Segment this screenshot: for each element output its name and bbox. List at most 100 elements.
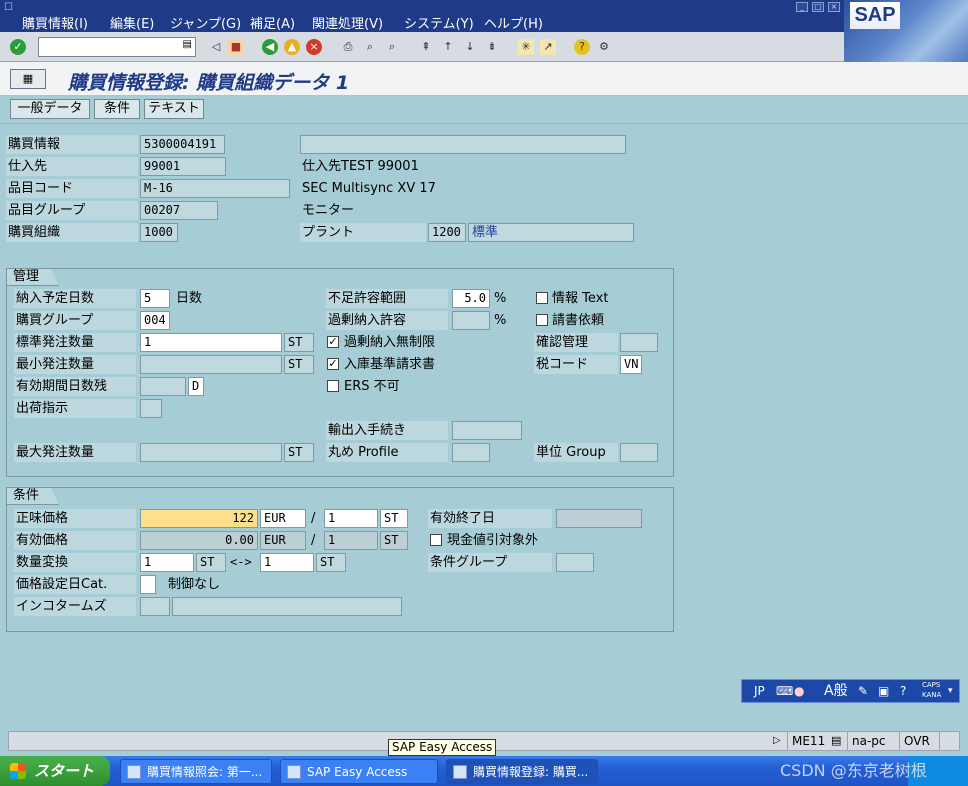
incoterms-location-field[interactable] (172, 597, 402, 616)
dictionary-icon[interactable]: ▣ (878, 682, 889, 700)
info-record-label: 購買情報 (6, 135, 138, 154)
general-data-button[interactable]: 一般データ (10, 99, 90, 119)
print-icon[interactable]: ⎙ (340, 39, 356, 55)
max-qty-field[interactable] (140, 443, 282, 462)
qty-conversion-uom2: ST (316, 553, 346, 572)
no-cash-discount-checkbox[interactable] (430, 534, 442, 546)
next-page-icon[interactable]: ↓ (462, 39, 478, 55)
keyboard-icon[interactable]: ⌨ (776, 682, 793, 700)
unlimited-overdelivery-label: 過剰納入無制限 (344, 335, 436, 350)
input-mode[interactable]: A般 (824, 682, 848, 700)
new-session-icon[interactable]: ✳ (518, 39, 534, 55)
toggle-command-icon[interactable]: ◁ (208, 39, 224, 55)
info-record-desc-field (300, 135, 626, 154)
ime-pad-icon[interactable]: ✎ (858, 682, 868, 700)
layout-menu-icon[interactable]: ⚙ (596, 39, 612, 55)
language-indicator[interactable]: JP (754, 682, 765, 700)
min-qty-field[interactable] (140, 355, 282, 374)
maximize-icon[interactable]: □ (812, 2, 824, 12)
qty-conversion-qty1[interactable]: 1 (140, 553, 194, 572)
remaining-shelf-life-unit[interactable]: D (188, 377, 204, 396)
find-next-icon[interactable]: ⌕ (384, 39, 400, 55)
menu-edit[interactable]: 編集(E) (110, 13, 154, 32)
vendor-field[interactable]: 99001 (140, 157, 226, 176)
incoterms-field[interactable] (140, 597, 170, 616)
underdelivery-tol-field[interactable]: 5.0 (452, 289, 490, 308)
tax-code-field[interactable]: VN (620, 355, 642, 374)
window-menu-icon[interactable]: ☐ (4, 2, 13, 13)
enter-icon[interactable]: ✓ (10, 39, 26, 55)
max-qty-unit: ST (284, 443, 314, 462)
back-icon[interactable]: ◀ (262, 39, 278, 55)
close-icon[interactable]: × (828, 2, 840, 12)
pricing-date-cat-field[interactable] (140, 575, 156, 594)
menu-extras[interactable]: 補足(A) (250, 13, 295, 32)
std-qty-label: 標準発注数量 (14, 333, 136, 352)
ack-required-checkbox[interactable] (536, 314, 548, 326)
condition-group-field[interactable] (556, 553, 594, 572)
remaining-shelf-life-field[interactable] (140, 377, 186, 396)
session-info-icon[interactable]: ▤ (827, 732, 845, 750)
unlimited-overdelivery-checkbox[interactable]: ✓ (327, 336, 339, 348)
ime-icon[interactable]: ● (794, 682, 804, 700)
net-price-uom-field[interactable]: ST (380, 509, 408, 528)
net-price-field[interactable]: 122 (140, 509, 258, 528)
menu-help[interactable]: ヘルプ(H) (484, 13, 543, 32)
conditions-icon[interactable]: ▦ (10, 69, 46, 89)
save-icon[interactable]: ■ (228, 39, 244, 55)
rounding-profile-field[interactable] (452, 443, 490, 462)
material-field[interactable]: M-16 (140, 179, 290, 198)
menu-system[interactable]: システム(Y) (404, 13, 474, 32)
net-price-currency[interactable]: EUR (260, 509, 306, 528)
ime-help-icon[interactable]: ? (900, 682, 906, 700)
taskbar-item-easy-access[interactable]: SAP Easy Access (280, 759, 438, 784)
info-text-label: 情報 Text (552, 291, 609, 306)
taskbar-item-label: 購買情報照会: 第一... (147, 765, 263, 779)
command-field[interactable]: ▤ (38, 37, 196, 57)
info-record-field[interactable]: 5300004191 (140, 135, 225, 154)
language-bar: JP ⌨ ● A般 ✎ ▣ ? CAPS KANA ▾ (741, 679, 960, 703)
material-group-field[interactable]: 00207 (140, 201, 218, 220)
texts-button[interactable]: テキスト (144, 99, 204, 119)
langbar-options-icon[interactable]: ▾ (948, 682, 953, 700)
help-icon[interactable]: ? (574, 39, 590, 55)
qty-conversion-qty2[interactable]: 1 (260, 553, 314, 572)
taskbar-item-info-create[interactable]: 購買情報登録: 購買... (446, 759, 598, 784)
shortcut-icon[interactable]: ↗ (540, 39, 556, 55)
purch-org-field[interactable]: 1000 (140, 223, 178, 242)
find-icon[interactable]: ⌕ (362, 39, 378, 55)
menu-info-record[interactable]: 購買情報(I) (22, 13, 88, 32)
start-button[interactable]: スタート (0, 756, 110, 786)
exit-icon[interactable]: ▲ (284, 39, 300, 55)
plant-field[interactable]: 1200 (428, 223, 466, 242)
std-qty-field[interactable]: 1 (140, 333, 282, 352)
net-price-per-field[interactable]: 1 (324, 509, 378, 528)
status-expand-icon[interactable]: ▷ (769, 732, 785, 750)
info-text-checkbox[interactable] (536, 292, 548, 304)
conf-control-field[interactable] (620, 333, 658, 352)
gr-based-iv-checkbox[interactable]: ✓ (327, 358, 339, 370)
menu-goto[interactable]: ジャンプ(G) (170, 13, 241, 32)
windows-logo-icon (10, 763, 26, 779)
cancel-icon[interactable]: × (306, 39, 322, 55)
procedure-label: 輸出入手続き (326, 421, 448, 440)
purch-org-label: 購買組織 (6, 223, 138, 242)
conditions-button[interactable]: 条件 (94, 99, 140, 119)
command-history-icon[interactable]: ▤ (183, 39, 192, 50)
overdelivery-tol-field[interactable] (452, 311, 490, 330)
procedure-field[interactable] (452, 421, 522, 440)
purch-group-field[interactable]: 004 (140, 311, 170, 330)
qty-conversion-arrow: <-> (230, 555, 252, 569)
taskbar-item-info-display[interactable]: 購買情報照会: 第一... (120, 759, 272, 784)
unit-group-field[interactable] (620, 443, 658, 462)
planned-delivery-field[interactable]: 5 (140, 289, 170, 308)
no-ers-checkbox[interactable] (327, 380, 339, 392)
menu-environment[interactable]: 関連処理(V) (312, 13, 383, 32)
previous-page-icon[interactable]: ↑ (440, 39, 456, 55)
last-page-icon[interactable]: ⇟ (484, 39, 500, 55)
minimize-icon[interactable]: _ (796, 2, 808, 12)
overdelivery-tol-unit: % (494, 313, 507, 328)
first-page-icon[interactable]: ⇞ (418, 39, 434, 55)
incoterms-label: インコタームズ (14, 597, 136, 616)
shipping-instr-field[interactable] (140, 399, 162, 418)
